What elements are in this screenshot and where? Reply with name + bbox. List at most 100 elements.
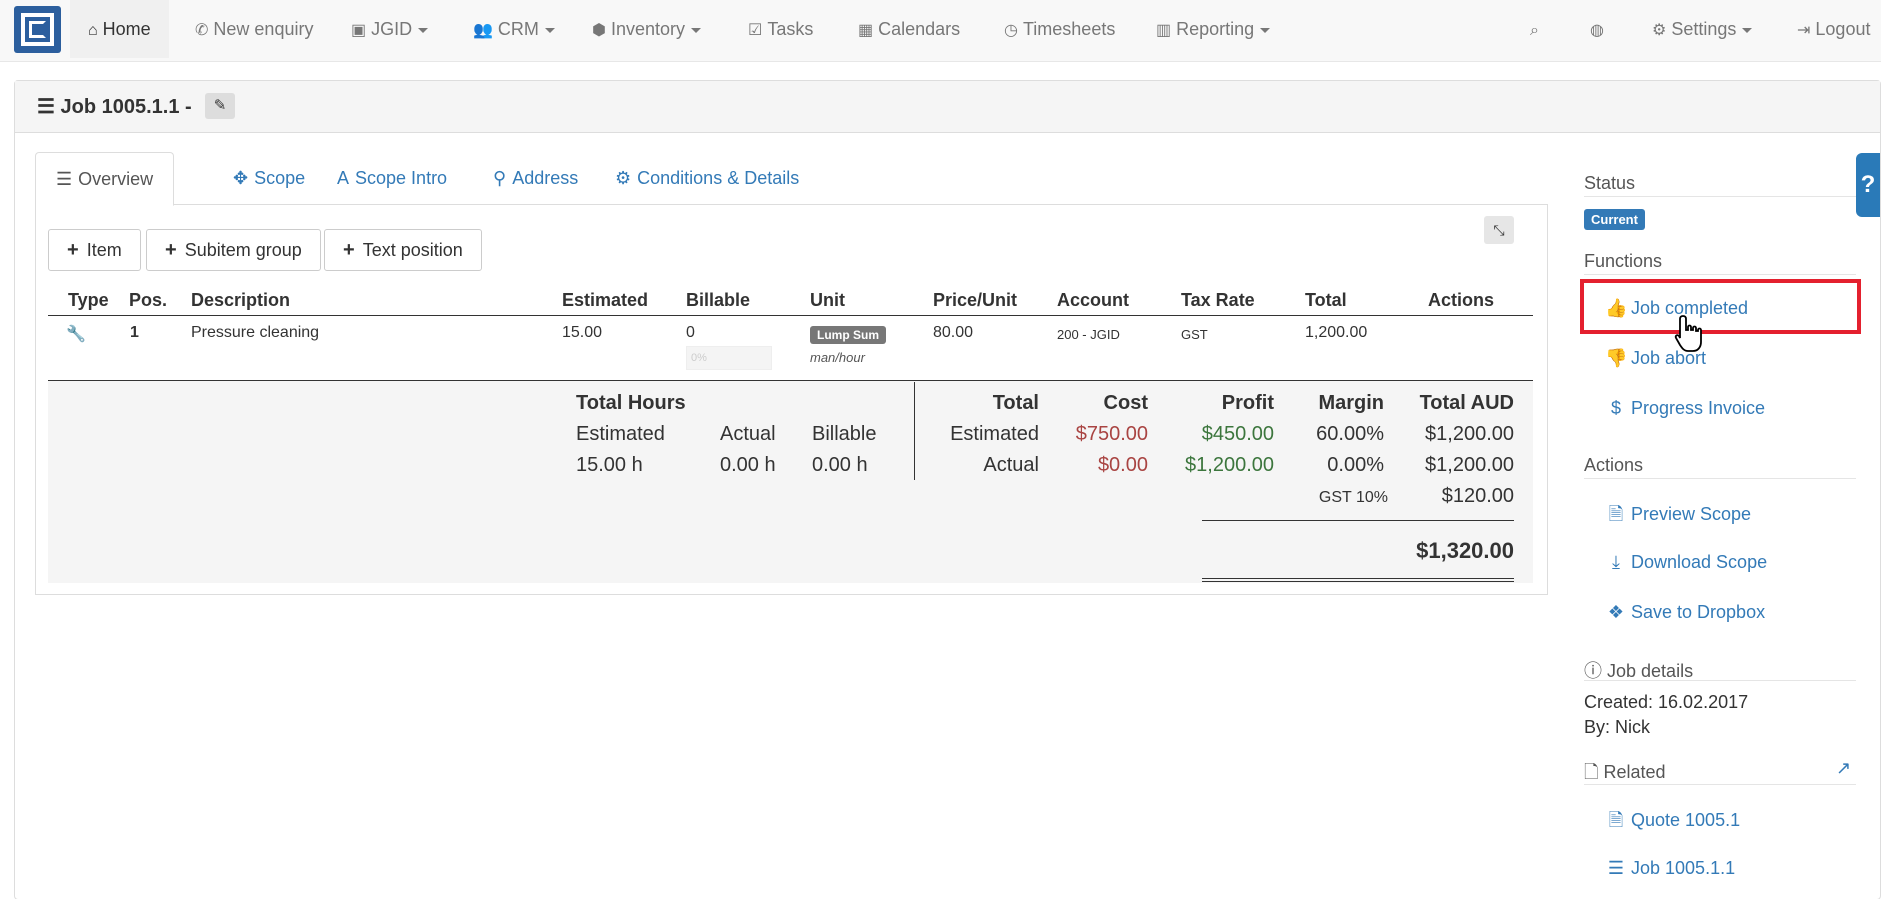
dollar-icon: $: [1610, 398, 1621, 418]
download-icon: ⤓: [1612, 552, 1620, 572]
nav-inventory[interactable]: ⬢ Inventory: [592, 0, 702, 58]
grand-total-underline-1: [1202, 578, 1514, 579]
jgid-icon: ▣: [351, 22, 367, 39]
nav-settings[interactable]: ⚙ Settings: [1652, 0, 1753, 58]
created-date: Created: 16.02.2017: [1584, 692, 1749, 712]
list-icon: ☰: [37, 96, 61, 118]
nav-tasks[interactable]: ☑ Tasks: [748, 0, 813, 58]
file-icon: 🗎: [1608, 810, 1624, 830]
chevron-down-icon: [544, 27, 555, 33]
row-total: 1,200.00: [1305, 324, 1368, 341]
tab-scope-intro[interactable]: A Scope Intro: [317, 152, 467, 205]
estimated-label: Estimated: [950, 423, 1039, 445]
download-scope-link[interactable]: ⤓ Download Scope: [1605, 552, 1767, 573]
check-square-icon: ☑: [748, 22, 763, 39]
nav-timesheets[interactable]: ◷ Timesheets: [1004, 0, 1115, 58]
hours-actual-label: Actual: [720, 423, 776, 445]
thumbs-up-icon: 👍: [1605, 298, 1628, 318]
add-text-position-button[interactable]: + Text position: [324, 229, 482, 271]
summary-vertical-divider: [914, 382, 915, 480]
actions-heading: Actions: [1584, 455, 1644, 475]
nav-reporting[interactable]: ▥ Reporting: [1156, 0, 1271, 58]
col-pos: Pos.: [129, 290, 168, 310]
help-tab[interactable]: ?: [1856, 153, 1880, 217]
related-quote-link[interactable]: 🗎 Quote 1005.1: [1605, 808, 1740, 838]
wrench-icon: 🔧: [66, 326, 86, 343]
created-by: By: Nick: [1584, 717, 1651, 737]
tab-address[interactable]: ⚲ Address: [473, 152, 598, 205]
related-heading: 🗋 Related: [1584, 762, 1666, 782]
home-icon: ⌂: [88, 22, 98, 39]
col-tax-rate: Tax Rate: [1181, 290, 1255, 310]
tab-overview[interactable]: ☰ Overview: [35, 152, 175, 206]
header-divider: [48, 315, 1533, 316]
language-button[interactable]: ◍: [1590, 0, 1609, 58]
search-button[interactable]: ⌕: [1530, 0, 1544, 58]
total-divider: [1202, 520, 1514, 521]
billable-percent-input[interactable]: 0%: [686, 346, 772, 370]
nav-new-enquiry[interactable]: ✆ New enquiry: [195, 0, 313, 58]
tab-scope[interactable]: ✥ Scope: [213, 152, 325, 205]
actions-rule: [1584, 478, 1856, 479]
estimated-margin: 60.00%: [1316, 423, 1384, 445]
add-subitem-group-button[interactable]: + Subitem group: [146, 229, 321, 271]
col-description: Description: [191, 290, 291, 310]
row-tax[interactable]: GST: [1181, 327, 1208, 342]
users-icon: 👥: [473, 22, 493, 39]
list-icon: ☰: [1607, 858, 1625, 878]
nav-jgid[interactable]: ▣ JGID: [351, 0, 429, 58]
hours-billable-label: Billable: [812, 423, 877, 445]
functions-rule: [1584, 274, 1856, 275]
col-unit: Unit: [810, 290, 845, 310]
app-logo[interactable]: [14, 6, 61, 53]
external-link-icon[interactable]: ↗: [1836, 758, 1851, 779]
clock-icon: ◷: [1004, 22, 1018, 39]
chevron-down-icon: [691, 27, 702, 33]
col-estimated: Estimated: [562, 290, 649, 310]
page-title: ☰ Job 1005.1.1 -: [37, 96, 192, 118]
row-pos: 1: [130, 324, 139, 341]
compress-icon: ⤡: [1493, 222, 1505, 238]
actual-profit: $1,200.00: [1185, 454, 1274, 476]
status-badge: Current: [1584, 209, 1645, 230]
nav-calendars[interactable]: ▦ Calendars: [858, 0, 960, 58]
gst-value: $120.00: [1441, 485, 1514, 507]
globe-icon: ◍: [1590, 22, 1604, 39]
col-total: Total: [1305, 290, 1347, 310]
money-cost-header: Cost: [1103, 392, 1148, 414]
gear-icon: ⚙: [1652, 22, 1667, 39]
unit-subtext: man/hour: [810, 350, 865, 365]
related-job-link[interactable]: ☰ Job 1005.1.1: [1605, 858, 1735, 879]
row-price[interactable]: 80.00: [933, 324, 973, 342]
status-rule: [1584, 196, 1856, 197]
row-billable[interactable]: 0: [686, 324, 695, 342]
row-account[interactable]: 200 - JGID: [1057, 327, 1120, 342]
pencil-icon: ✎: [213, 97, 227, 114]
compress-button[interactable]: ⤡: [1484, 216, 1514, 244]
dropbox-icon: ❖: [1607, 602, 1625, 622]
logout-icon: ⇥: [1797, 22, 1811, 39]
row-description[interactable]: Pressure cleaning: [191, 324, 319, 342]
hours-estimated-value: 15.00 h: [576, 454, 643, 476]
progress-invoice-link[interactable]: $ Progress Invoice: [1605, 398, 1765, 419]
nav-crm[interactable]: 👥 CRM: [473, 0, 555, 58]
summary-panel: [48, 381, 1533, 583]
add-item-button[interactable]: + Item: [48, 229, 141, 271]
nav-logout[interactable]: ⇥ Logout: [1797, 0, 1870, 58]
tab-conditions-details[interactable]: ⚙ Conditions & Details: [595, 152, 819, 205]
money-margin-header: Margin: [1318, 392, 1384, 414]
chevron-down-icon: [418, 27, 429, 33]
plus-icon: +: [67, 239, 79, 261]
cogs-icon: ⚙: [615, 168, 632, 188]
col-type: Type: [68, 290, 109, 310]
save-dropbox-link[interactable]: ❖ Save to Dropbox: [1605, 602, 1765, 623]
preview-scope-link[interactable]: 🗎 Preview Scope: [1605, 502, 1751, 532]
calendar-icon: ▦: [858, 22, 874, 39]
crosshairs-icon: ✥: [233, 168, 249, 188]
edit-title-button[interactable]: ✎: [205, 93, 235, 119]
grand-total: $1,320.00: [1416, 538, 1514, 563]
col-actions: Actions: [1428, 290, 1495, 310]
total-hours-title: Total Hours: [576, 392, 686, 414]
nav-home[interactable]: ⌂ Home: [70, 0, 169, 58]
row-estimated[interactable]: 15.00: [562, 324, 602, 342]
